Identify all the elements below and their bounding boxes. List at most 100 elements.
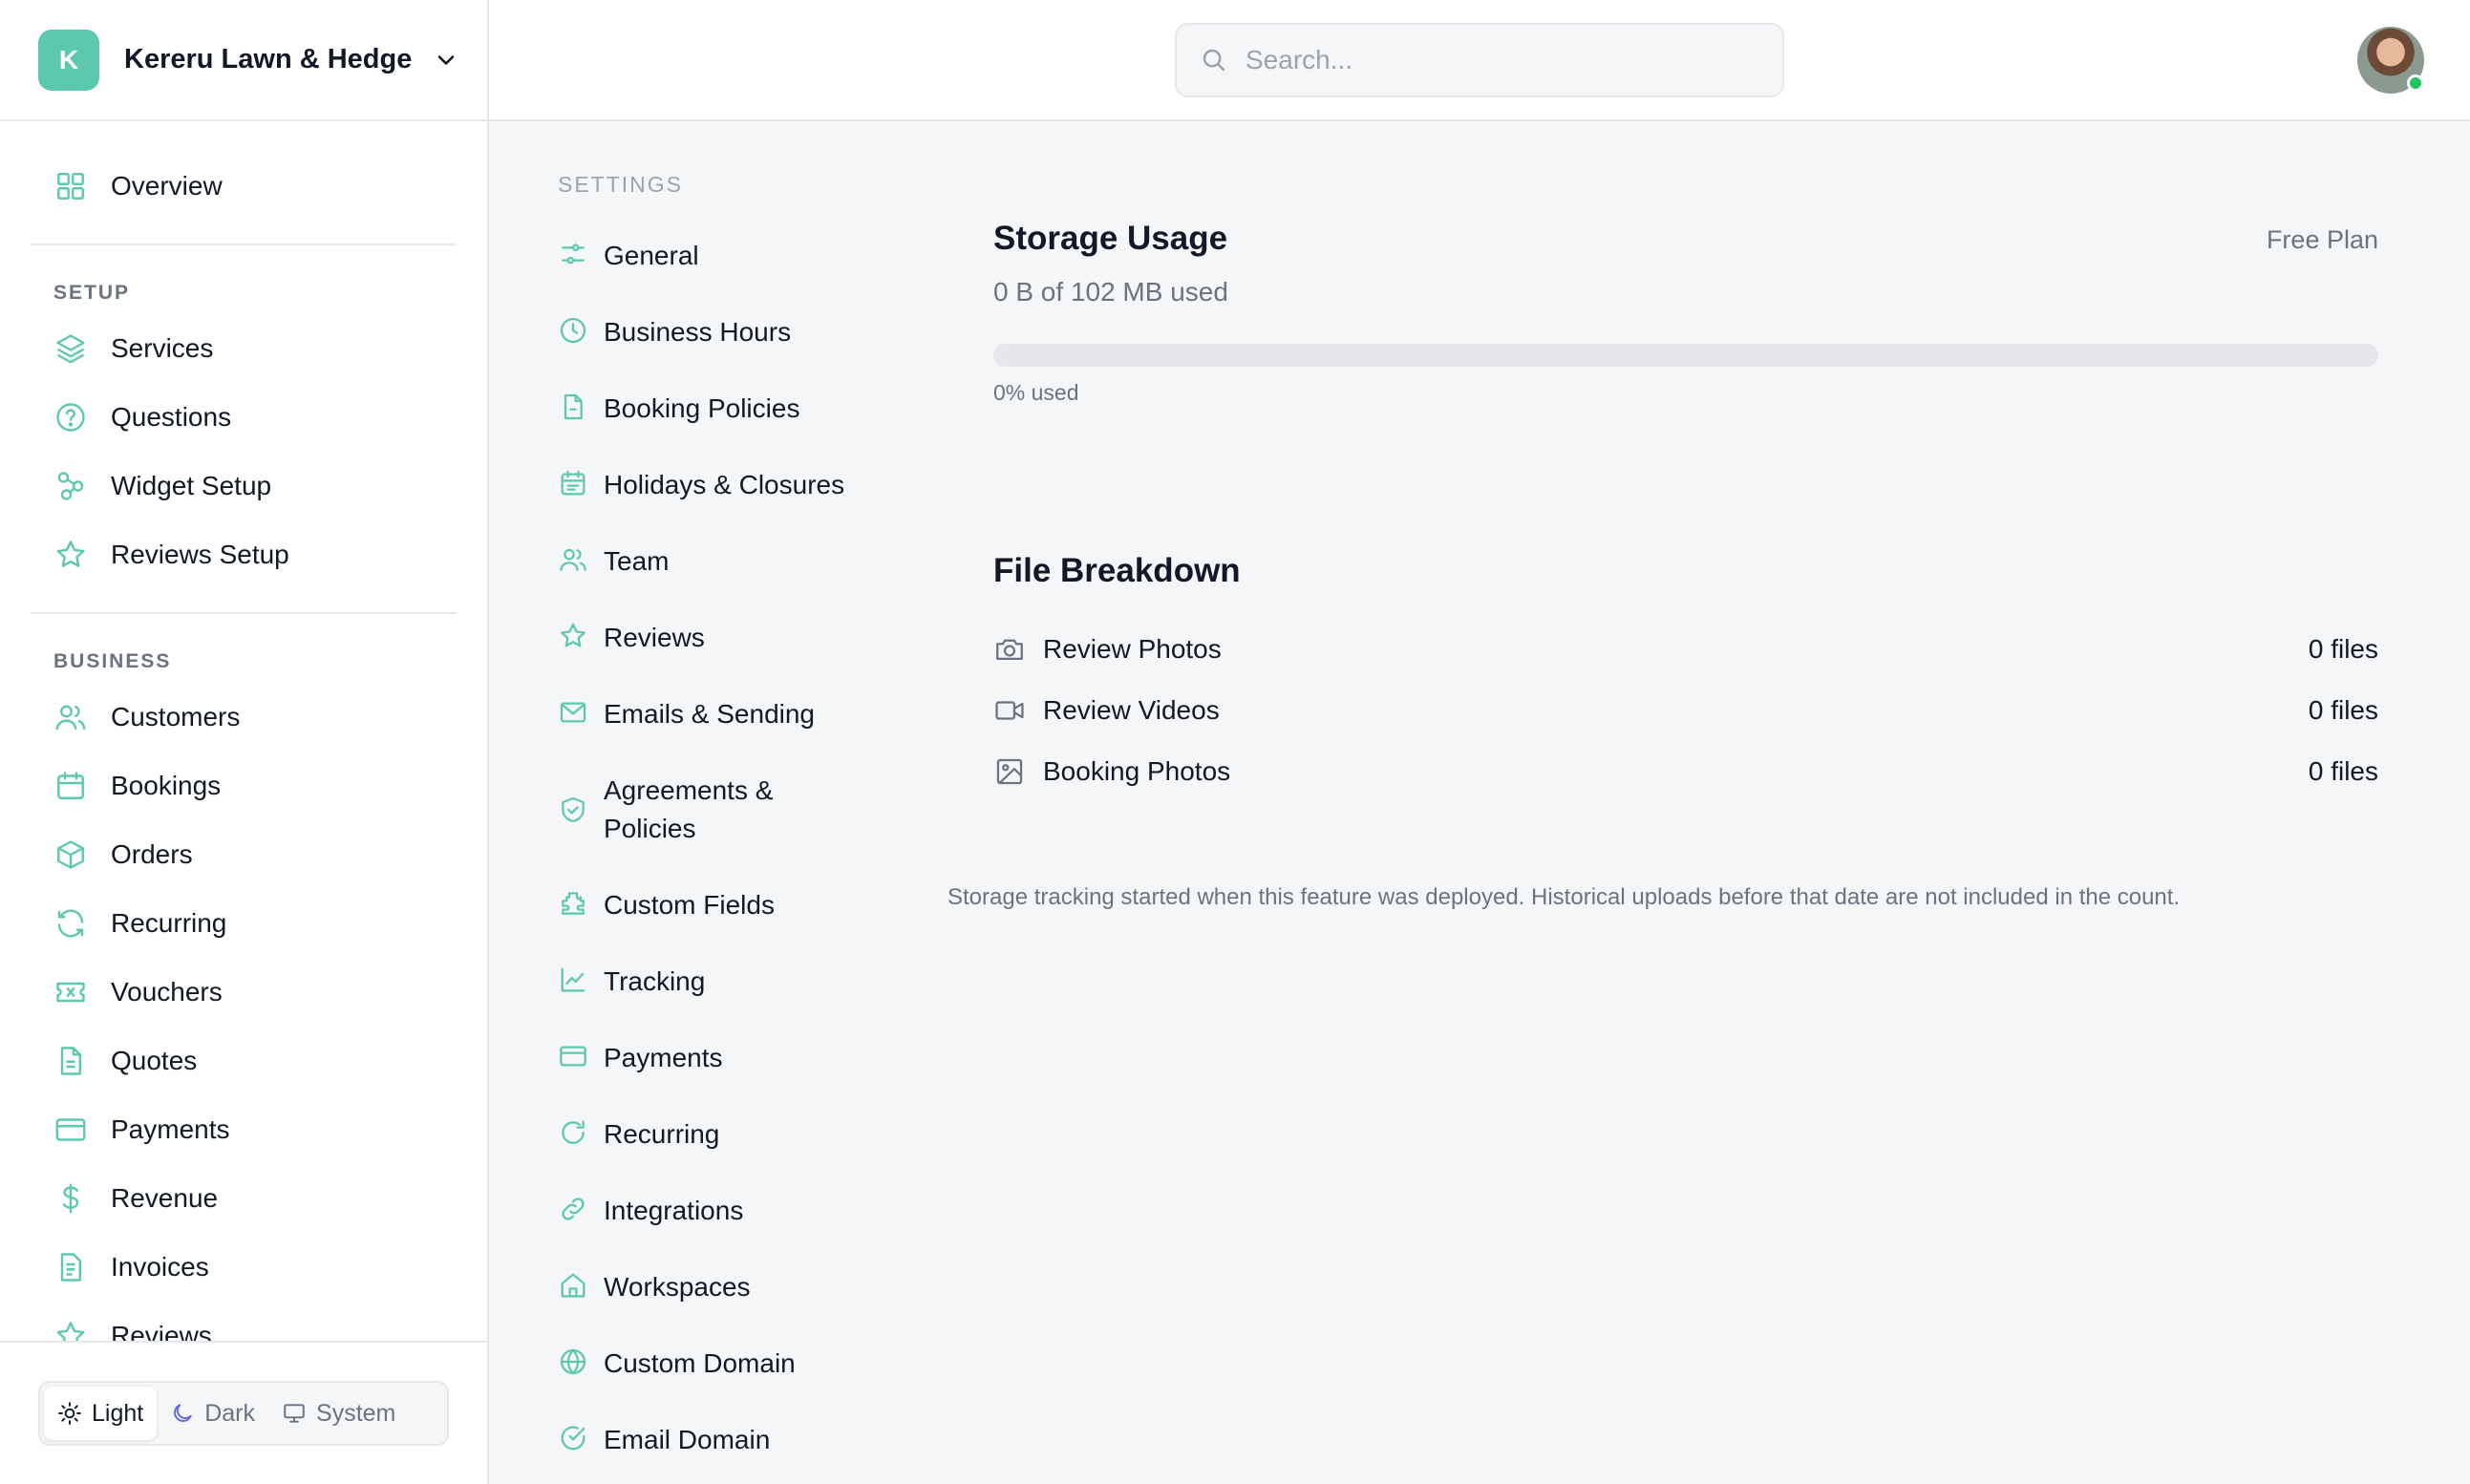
sidebar-item-recurring[interactable]: Recurring	[53, 902, 226, 944]
storage-usage-title: Storage Usage	[993, 220, 1228, 257]
settings-nav-emails-sending[interactable]: Emails & Sending	[558, 695, 871, 733]
sidebar-item-overview[interactable]: Overview	[53, 165, 223, 207]
settings-nav-booking-policies[interactable]: Booking Policies	[558, 390, 871, 428]
dollar-icon	[62, 1183, 79, 1214]
settings-nav-integrations[interactable]: Integrations	[558, 1192, 871, 1230]
workspace-name: Kereru Lawn & Hedge	[124, 44, 413, 74]
sidebar-item-widget-setup[interactable]: Widget Setup	[53, 465, 271, 507]
settings-nav-agreements-policies[interactable]: Agreements & Policies	[558, 772, 795, 848]
sidebar-item-orders[interactable]: Orders	[53, 834, 193, 876]
sun-icon	[58, 1402, 81, 1425]
file-count: 0 files	[2308, 634, 2378, 664]
sidebar-item-questions[interactable]: Questions	[53, 396, 231, 438]
sidebar-item-revenue[interactable]: Revenue	[53, 1177, 218, 1219]
sidebar-item-reviews-setup[interactable]: Reviews Setup	[53, 534, 289, 576]
search-input[interactable]	[1246, 45, 1761, 75]
mail-icon	[560, 702, 586, 723]
settings-nav-reviews[interactable]: Reviews	[558, 619, 871, 657]
settings-nav-label: Custom Fields	[604, 890, 775, 920]
box-icon	[57, 840, 84, 869]
monitor-icon	[284, 1404, 305, 1423]
sidebar-nav: Overview SETUP Services Questions Widget…	[0, 121, 487, 1341]
puzzle-icon	[562, 892, 585, 915]
file-breakdown-row: Review Photos 0 files	[993, 628, 2378, 670]
theme-light-label: Light	[92, 1399, 144, 1427]
sidebar-item-label: Quotes	[111, 1046, 198, 1075]
settings-nav-label: Tracking	[604, 966, 706, 996]
camera-icon	[996, 639, 1023, 661]
sidebar-item-label: Reviews Setup	[111, 540, 289, 569]
file-breakdown-row: Booking Photos 0 files	[993, 751, 2378, 793]
theme-system-button[interactable]: System	[268, 1387, 409, 1440]
settings-nav-recurring[interactable]: Recurring	[558, 1115, 871, 1154]
sidebar-item-vouchers[interactable]: Vouchers	[53, 971, 223, 1013]
workspace-switcher[interactable]: K Kereru Lawn & Hedge	[0, 0, 487, 121]
storage-tracking-note: Storage tracking started when this featu…	[948, 884, 2181, 910]
invoice-icon	[60, 1253, 81, 1282]
sidebar-item-quotes[interactable]: Quotes	[53, 1040, 197, 1082]
users-icon	[55, 705, 86, 731]
settings-nav-tracking[interactable]: Tracking	[558, 963, 871, 1001]
widget-icon	[57, 472, 84, 500]
sidebar-item-customers[interactable]: Customers	[53, 696, 240, 738]
sidebar-item-services[interactable]: Services	[53, 328, 213, 370]
users-icon	[560, 548, 586, 571]
search-box[interactable]	[1175, 23, 1784, 97]
check-circle-icon	[561, 1426, 586, 1451]
file-type-label: Review Videos	[1043, 695, 1220, 725]
calendar-icon	[57, 772, 84, 799]
theme-dark-button[interactable]: Dark	[157, 1387, 268, 1440]
theme-light-button[interactable]: Light	[44, 1387, 158, 1440]
sidebar-item-label: Reviews	[111, 1321, 212, 1341]
settings-nav-label: Email Domain	[604, 1425, 771, 1454]
settings-nav-label: General	[604, 241, 699, 270]
search-icon	[1203, 49, 1225, 72]
question-circle-icon	[56, 403, 85, 432]
sidebar-item-reviews[interactable]: Reviews	[53, 1315, 212, 1341]
settings-nav-payments[interactable]: Payments	[558, 1039, 871, 1077]
credit-card-icon	[560, 1046, 586, 1067]
sidebar-item-bookings[interactable]: Bookings	[53, 765, 221, 807]
avatar[interactable]	[2357, 27, 2424, 94]
sidebar-item-label: Orders	[111, 839, 193, 869]
theme-switcher: Light Dark System	[38, 1381, 449, 1446]
settings-nav-label: Booking Policies	[604, 393, 800, 423]
line-chart-icon	[561, 967, 586, 992]
sidebar-item-payments[interactable]: Payments	[53, 1109, 230, 1151]
globe-icon	[560, 1348, 586, 1375]
grid-icon	[57, 173, 84, 200]
settings-nav-label: Emails & Sending	[604, 699, 816, 729]
settings-nav-email-domain[interactable]: Email Domain	[558, 1421, 871, 1459]
sidebar-item-label: Services	[111, 333, 214, 363]
sidebar-item-label: Bookings	[111, 771, 222, 800]
file-count: 0 files	[2308, 756, 2378, 786]
sidebar-item-invoices[interactable]: Invoices	[53, 1246, 209, 1288]
settings-nav-custom-domain[interactable]: Custom Domain	[558, 1345, 871, 1383]
settings-nav-general[interactable]: General	[558, 237, 871, 275]
settings-nav-team[interactable]: Team	[558, 542, 871, 581]
moon-icon	[174, 1404, 192, 1422]
video-icon	[995, 701, 1024, 720]
settings-nav-label: Reviews	[604, 623, 705, 652]
settings-nav-workspaces[interactable]: Workspaces	[558, 1268, 871, 1306]
settings-nav-business-hours[interactable]: Business Hours	[558, 313, 871, 351]
calendar-icon	[561, 470, 586, 496]
theme-bar: Light Dark System	[0, 1341, 487, 1484]
sliders-icon	[562, 244, 585, 265]
refresh-icon	[57, 909, 84, 938]
file-type-label: Booking Photos	[1043, 756, 1231, 786]
layers-icon	[56, 334, 85, 364]
settings-nav-label: Integrations	[604, 1196, 744, 1225]
sidebar-item-label: Overview	[111, 171, 223, 201]
image-icon	[996, 758, 1023, 785]
storage-progress-bar	[993, 344, 2378, 367]
settings-nav-label: Team	[604, 546, 670, 576]
settings-nav-holidays-closures[interactable]: Holidays & Closures	[558, 466, 871, 504]
clock-icon	[560, 317, 586, 344]
file-breakdown-row: Review Videos 0 files	[993, 689, 2378, 731]
link-icon	[562, 1198, 585, 1220]
settings-nav-label: Business Hours	[604, 317, 792, 347]
workspace-logo: K	[38, 29, 99, 91]
settings-nav-custom-fields[interactable]: Custom Fields	[558, 886, 871, 924]
credit-card-icon	[55, 1118, 86, 1141]
